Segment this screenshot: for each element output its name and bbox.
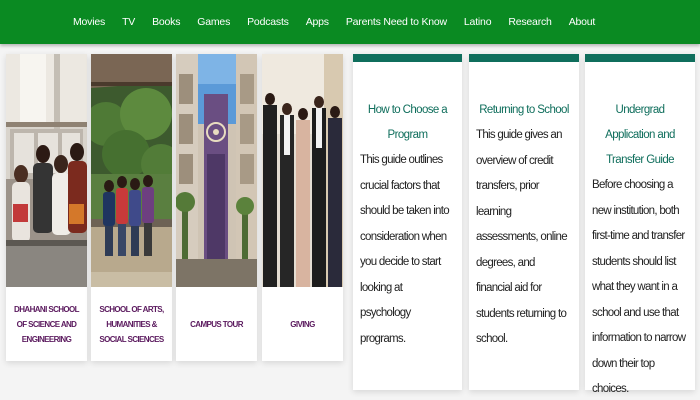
nav-movies[interactable]: Movies xyxy=(73,16,105,28)
guide-card-body: Before choosing a new institution, both … xyxy=(592,179,686,395)
top-navigation: Movies TV Books Games Podcasts Apps Pare… xyxy=(0,0,700,44)
nav-latino[interactable]: Latino xyxy=(464,16,492,28)
campus-building-photo xyxy=(176,54,257,287)
guide-card-returning-to-school[interactable]: Returning to School This guide gives an … xyxy=(469,54,579,390)
guide-card-choose-program[interactable]: How to Choose a Program This guide outli… xyxy=(353,54,462,390)
tile-giving[interactable]: GIVING xyxy=(262,54,343,361)
guide-card-body: This guide outlines crucial factors that… xyxy=(360,154,450,345)
tile-caption: GIVING xyxy=(290,319,315,329)
guide-card-title[interactable]: Undergrad Application and Transfer Guide xyxy=(585,98,695,173)
nav-parents-need-to-know[interactable]: Parents Need to Know xyxy=(346,16,447,28)
guide-card-accent-bar xyxy=(353,54,462,62)
guide-card-accent-bar xyxy=(585,54,695,62)
tile-campus-tour[interactable]: CAMPUS TOUR xyxy=(176,54,257,361)
nav-tv[interactable]: TV xyxy=(122,16,135,28)
nav-books[interactable]: Books xyxy=(152,16,180,28)
nav-games[interactable]: Games xyxy=(197,16,230,28)
nav-about[interactable]: About xyxy=(569,16,596,28)
guide-card-body: This guide gives an overview of credit t… xyxy=(476,129,568,345)
tile-arts-humanities[interactable]: SCHOOL OF ARTS, HUMANITIES & SOCIAL SCIE… xyxy=(91,54,172,361)
nav-podcasts[interactable]: Podcasts xyxy=(247,16,289,28)
students-outdoor-photo xyxy=(91,54,172,287)
nav-research[interactable]: Research xyxy=(508,16,552,28)
tile-caption: SCHOOL OF ARTS, HUMANITIES & SOCIAL SCIE… xyxy=(99,304,164,344)
tile-caption: DHAHANI SCHOOL OF SCIENCE AND ENGINEERIN… xyxy=(14,304,80,344)
group-formal-photo xyxy=(262,54,343,287)
guide-card-title[interactable]: How to Choose a Program xyxy=(353,98,462,148)
nav-apps[interactable]: Apps xyxy=(306,16,329,28)
guide-card-undergrad-application[interactable]: Undergrad Application and Transfer Guide… xyxy=(585,54,695,395)
guide-card-accent-bar xyxy=(469,54,579,62)
tile-science-engineering[interactable]: DHAHANI SCHOOL OF SCIENCE AND ENGINEERIN… xyxy=(6,54,87,361)
tile-caption: CAMPUS TOUR xyxy=(190,319,243,329)
students-in-lab-photo xyxy=(6,54,87,287)
guide-card-title[interactable]: Returning to School xyxy=(469,98,579,123)
